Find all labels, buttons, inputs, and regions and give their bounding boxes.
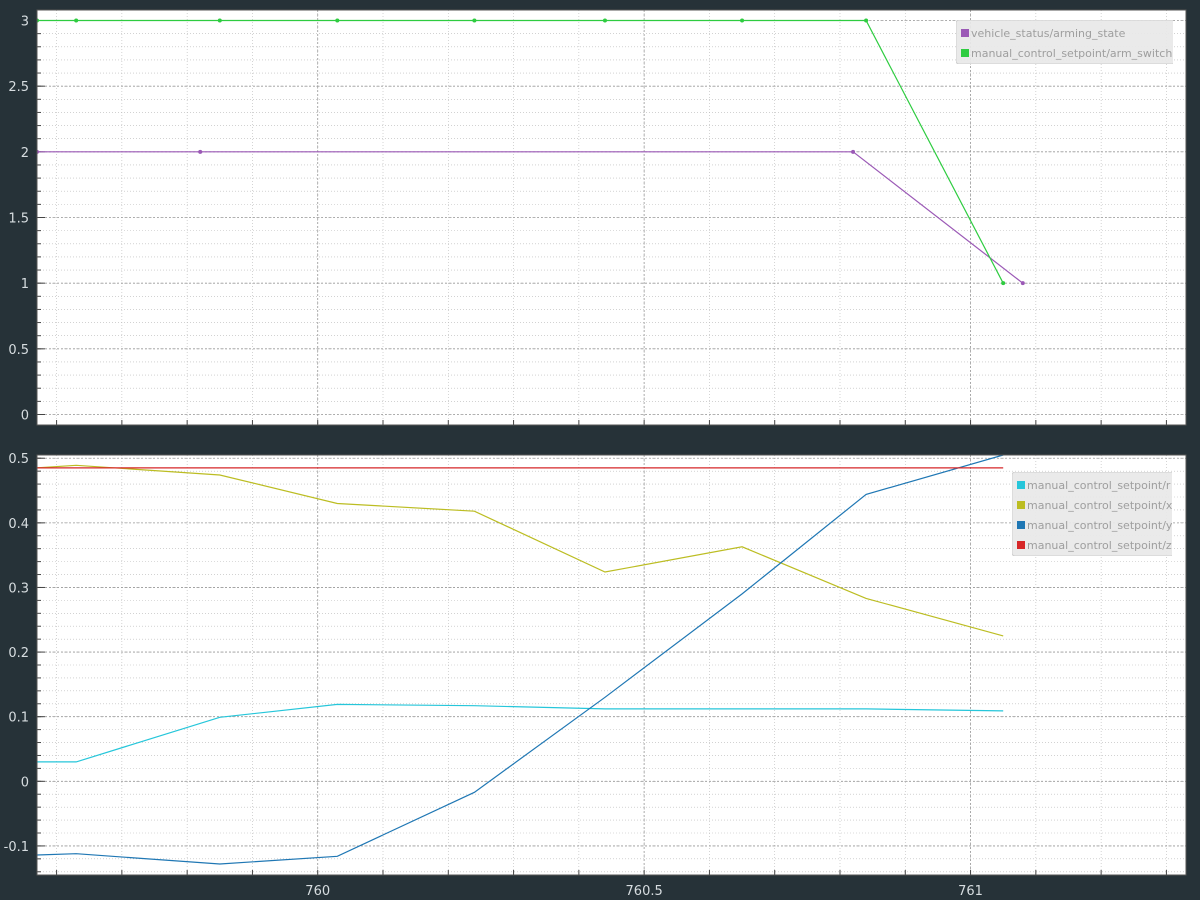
- top-data-point-1-8[interactable]: [1001, 281, 1006, 286]
- top-y-tick-label: 1.5: [8, 212, 29, 227]
- bottom-legend-label-2[interactable]: manual_control_setpoint/y: [1027, 519, 1173, 532]
- bottom-y-tick-label: -0.1: [4, 840, 29, 855]
- bottom-legend-swatch-2[interactable]: [1017, 521, 1025, 529]
- top-y-tick-label: 0.5: [8, 343, 29, 358]
- top-legend-swatch-0[interactable]: [961, 29, 969, 37]
- bottom-y-tick-label: 0.1: [8, 711, 29, 726]
- arming-state-plot[interactable]: 00.511.522.53760760.5761vehicle_status/a…: [0, 0, 1200, 432]
- bottom-y-tick-label: 0.3: [8, 581, 29, 596]
- bottom-legend-label-3[interactable]: manual_control_setpoint/z: [1027, 539, 1172, 552]
- top-y-tick-label: 0: [21, 408, 29, 423]
- top-legend-label-0[interactable]: vehicle_status/arming_state: [971, 27, 1126, 40]
- top-data-point-1-6[interactable]: [740, 18, 745, 23]
- bottom-y-tick-label: 0.2: [8, 646, 29, 661]
- bottom-legend-swatch-0[interactable]: [1017, 481, 1025, 489]
- top-data-point-0-3[interactable]: [1020, 281, 1025, 286]
- bottom-legend-label-0[interactable]: manual_control_setpoint/r: [1027, 479, 1171, 492]
- top-legend[interactable]: vehicle_status/arming_state manual_contro…: [956, 20, 1175, 64]
- top-data-point-1-3[interactable]: [335, 18, 340, 23]
- bottom-y-tick-label: 0.4: [8, 517, 29, 532]
- bottom-legend-label-1[interactable]: manual_control_setpoint/x: [1027, 499, 1173, 512]
- bottom-legend-swatch-1[interactable]: [1017, 501, 1025, 509]
- top-data-point-1-2[interactable]: [217, 18, 222, 23]
- bottom-x-tick-label: 760.5: [626, 884, 663, 899]
- arming-state-chart[interactable]: 00.511.522.53760760.5761vehicle_status/a…: [0, 0, 1200, 432]
- bottom-legend-swatch-3[interactable]: [1017, 541, 1025, 549]
- top-data-point-1-5[interactable]: [602, 18, 607, 23]
- top-y-tick-label: 1: [21, 277, 29, 292]
- bottom-x-tick-label: 761: [958, 884, 983, 899]
- top-legend-label-1[interactable]: manual_control_setpoint/arm_switch: [971, 47, 1172, 60]
- top-legend-swatch-1[interactable]: [961, 49, 969, 57]
- top-y-tick-label: 3: [21, 15, 29, 30]
- bottom-y-tick-label: 0.5: [8, 452, 29, 467]
- top-data-point-1-1[interactable]: [74, 18, 79, 23]
- top-data-point-1-7[interactable]: [864, 18, 869, 23]
- bottom-x-tick-label: 760: [305, 884, 330, 899]
- top-y-tick-label: 2: [21, 146, 29, 161]
- top-data-point-0-2[interactable]: [851, 149, 856, 154]
- top-data-point-0-1[interactable]: [198, 149, 203, 154]
- bottom-y-tick-label: 0: [21, 775, 29, 790]
- manual-setpoint-chart[interactable]: -0.1 0 0.1 0.2 0.3 0.4 0.5 760 760.5 761 manual_co…: [0, 450, 1200, 900]
- top-y-tick-label: 2.5: [8, 80, 29, 95]
- bottom-legend[interactable]: manual_control_setpoint/r manual_control_…: [1012, 472, 1174, 556]
- manual-setpoint-plot[interactable]: -0.1 0 0.1 0.2 0.3 0.4 0.5 760 760.5 761 manual_co…: [0, 450, 1200, 900]
- top-data-point-1-4[interactable]: [472, 18, 477, 23]
